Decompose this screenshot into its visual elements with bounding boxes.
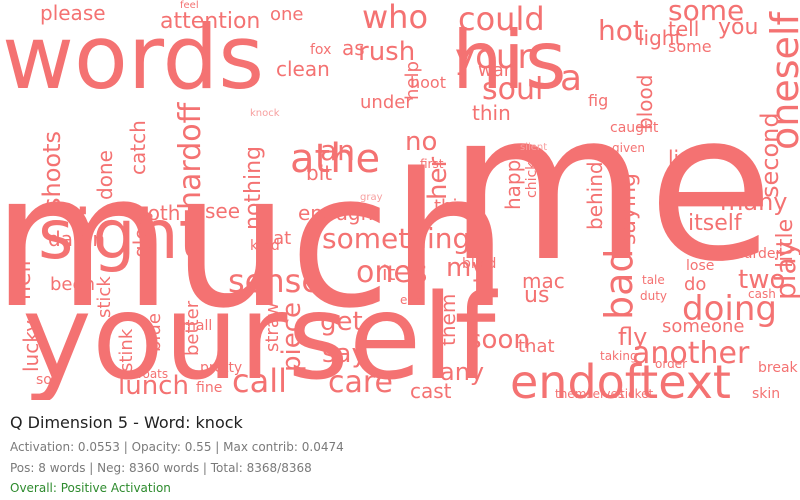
cloud-word: shoots	[38, 131, 66, 210]
cloud-word: some	[668, 37, 712, 56]
cloud-word: cash	[748, 287, 776, 301]
cloud-word: second	[756, 112, 784, 198]
cloud-word: attention	[160, 9, 260, 34]
cloud-word: given	[612, 141, 645, 155]
cloud-word: kind	[250, 238, 280, 254]
cloud-word: stick	[94, 276, 115, 318]
cloud-word: another	[632, 336, 750, 371]
cloud-word: knock	[250, 108, 280, 119]
cloud-word: care	[328, 365, 393, 400]
cloud-word: it	[382, 261, 396, 285]
cloud-word: bit	[306, 161, 332, 185]
cloud-word: do	[684, 274, 706, 295]
cloud-word: taking	[600, 349, 638, 363]
cloud-word: murder	[730, 246, 782, 262]
cloud-word: damn	[48, 227, 105, 251]
cloud-word: duty	[640, 289, 667, 303]
cloud-word: themselves	[555, 387, 624, 400]
cloud-word: silent	[520, 142, 547, 153]
cloud-word: thin	[472, 101, 511, 125]
cloud-word: mac	[522, 269, 565, 293]
cloud-word: could	[458, 0, 545, 38]
cloud-word: hardoff	[173, 101, 208, 210]
cloud-word: a	[560, 58, 582, 99]
cloud-word: bad	[597, 248, 641, 320]
cloud-word: first	[420, 157, 444, 171]
cloud-word: order	[655, 357, 687, 371]
cloud-word: fly	[618, 323, 647, 351]
cloud-word: under	[360, 92, 413, 113]
cloud-word: lowoats	[122, 367, 168, 381]
cloud-word: itself	[688, 211, 743, 236]
cloud-word: catch	[126, 120, 150, 175]
cloud-word: blind	[462, 256, 496, 272]
cloud-word: one	[270, 4, 304, 25]
cloud-word: that	[518, 336, 555, 357]
cloud-word: something	[322, 222, 470, 255]
activation-stats: Activation: 0.0553 | Opacity: 0.55 | Max…	[10, 440, 344, 454]
cloud-word: gray	[360, 192, 383, 203]
cloud-word: pretty	[200, 360, 242, 376]
cloud-word: hell	[11, 260, 36, 300]
cloud-word: straw	[262, 302, 283, 352]
cloud-word: fine	[196, 380, 222, 396]
cloud-word: no	[405, 127, 437, 157]
cloud-word: you	[718, 15, 758, 40]
cloud-word: fig	[588, 91, 608, 110]
cloud-word: say	[322, 339, 367, 369]
cloud-word: someone	[662, 316, 745, 337]
cloud-word: small	[175, 318, 212, 334]
cloud-word: them	[436, 294, 460, 346]
overall-activation: Overall: Positive Activation	[10, 481, 171, 495]
cloud-word: feel	[180, 0, 199, 11]
cloud-word: clean	[276, 57, 330, 81]
cloud-word: break	[758, 360, 799, 376]
cloud-word: nothing	[241, 146, 266, 230]
word-cloud-canvas: muchmewords hisyourselfsightcouldyourwhos…	[0, 0, 800, 400]
cloud-word: lose	[686, 258, 714, 274]
cloud-word: as	[342, 36, 365, 60]
cloud-word: behind	[583, 161, 607, 230]
cloud-word: war	[478, 60, 512, 81]
cloud-word: please	[40, 1, 106, 25]
cloud-word: skin	[752, 386, 780, 400]
cloud-word: cast	[410, 379, 452, 400]
cloud-word: enough	[298, 201, 373, 225]
cloud-word: tale	[642, 273, 665, 287]
word-count-stats: Pos: 8 words | Neg: 8360 words | Total: …	[10, 461, 312, 475]
cloud-word: hot	[598, 14, 644, 47]
cloud-word: done	[93, 150, 117, 200]
cloud-word: end	[400, 293, 423, 307]
cloud-word: both	[135, 201, 180, 225]
cloud-word: so	[36, 372, 52, 388]
cloud-word: stink	[116, 328, 137, 372]
cloud-word: ticket	[620, 387, 654, 400]
cloud-word: sense	[228, 262, 321, 300]
cloud-word: lucky	[19, 320, 43, 372]
cloud-word: who	[362, 0, 428, 36]
cloud-word: this	[434, 196, 467, 217]
cloud-word: caught	[610, 120, 659, 136]
cloud-word: blue	[144, 313, 165, 352]
cloud-word: get	[320, 307, 363, 337]
word-cloud: much me words his yourself sight could your who s…	[0, 0, 800, 400]
cloud-word: hoot	[410, 73, 446, 92]
cloud-word: see	[205, 199, 240, 223]
cloud-word: been	[50, 274, 95, 295]
cloud-word: happy	[501, 148, 525, 210]
cloud-word: lip	[668, 146, 692, 170]
cloud-word: saying	[616, 173, 641, 245]
cloud-title: Q Dimension 5 - Word: knock	[10, 413, 243, 432]
cloud-word: fox	[310, 42, 331, 58]
